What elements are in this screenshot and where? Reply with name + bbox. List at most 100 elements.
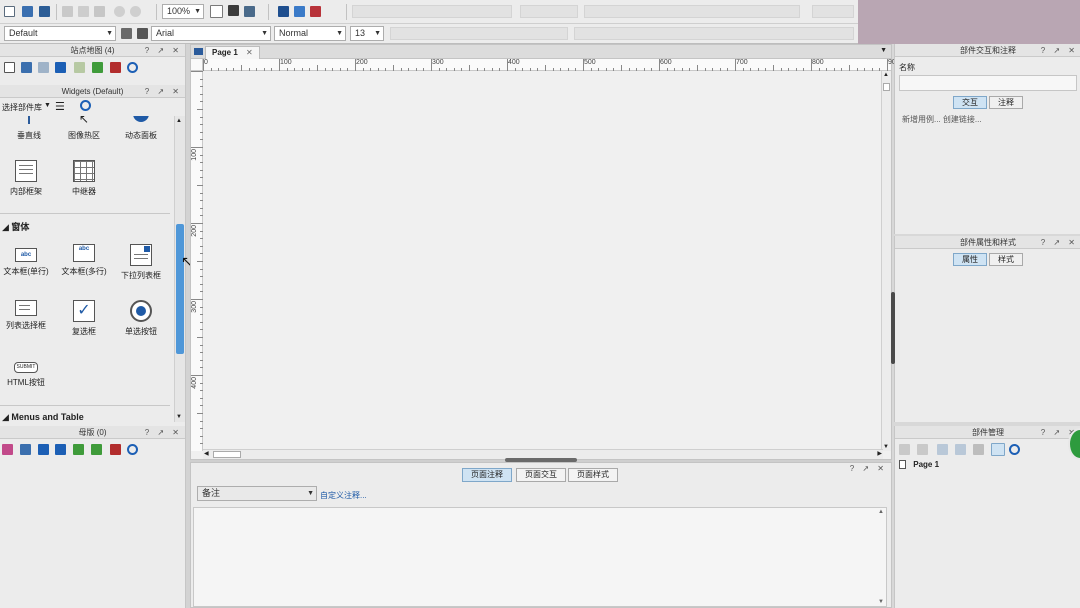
add-page-icon[interactable] [4,62,15,73]
ruler-label: 100 [280,59,292,66]
scroll-thumb[interactable] [883,83,890,91]
panel-controls[interactable]: ? ↗ ✕ [145,44,182,57]
canvas-vertical-scrollbar[interactable]: ▲ ▼ [881,71,891,451]
widget-name-input[interactable] [899,75,1077,91]
form-section-header[interactable]: ◢ 窗体 [2,220,29,233]
zoom-value: 100% [167,6,191,16]
copy-icon[interactable] [78,6,89,17]
move-up-icon[interactable] [937,444,948,455]
move-down-icon[interactable] [55,62,66,73]
size-select[interactable]: 13 ▼ [350,26,384,41]
design-canvas[interactable]: Page 1 ✕ ▼ 0100200300400500600700800900 … [190,44,900,460]
close-icon[interactable]: ✕ [246,48,253,57]
publish-icon[interactable] [310,6,321,17]
move-down-icon[interactable] [955,444,966,455]
preview-icon[interactable] [278,6,289,17]
add-folder-icon[interactable] [20,444,31,455]
delete-master-icon[interactable] [110,444,121,455]
open-folder-icon[interactable] [22,6,33,17]
search-icon[interactable] [80,100,91,111]
add-master-icon[interactable] [2,444,13,455]
paste-icon[interactable] [94,6,105,17]
tab-dropdown-icon[interactable]: ▼ [880,47,887,54]
notes-type-select[interactable]: 备注 ▼ [197,486,317,501]
right-splitter-grip[interactable] [891,292,895,364]
zoom-select[interactable]: 100% ▼ [162,4,204,19]
widget-label: 动态面板 [125,131,157,140]
move-up-icon[interactable] [38,444,49,455]
widget-text-field[interactable]: abc 文本框(单行) [0,244,55,277]
widget-label: 垂直线 [17,131,41,140]
tab-page-notes[interactable]: 页面注释 [462,468,512,482]
widget-checkbox[interactable]: ✓ 复选框 [55,300,113,337]
panel-controls[interactable]: ? ↗ ✕ [145,426,182,439]
add-icon[interactable] [899,444,910,455]
widget-list-box[interactable]: 列表选择框 [0,300,55,331]
undo-icon[interactable] [114,6,125,17]
widget-radio-button[interactable]: 单选按钮 [112,300,170,337]
panel-controls[interactable]: ? ↗ ✕ [1041,44,1078,57]
search-icon[interactable] [127,62,138,73]
scroll-thumb[interactable] [213,451,241,458]
add-case-links[interactable]: 新增用例... 创建链接... [902,114,982,125]
droplist-icon [130,244,152,266]
panel-controls[interactable]: ? ↗ ✕ [145,85,182,98]
share-icon[interactable] [294,6,305,17]
notes-editor[interactable]: ▲ ▼ [193,507,887,607]
widget-repeater[interactable]: 中继器 [55,160,113,197]
format-painter-icon[interactable] [121,28,132,39]
page-icon [899,460,906,470]
widgets-header: Widgets (Default) ? ↗ ✕ [0,85,185,98]
widget-droplist[interactable]: 下拉列表框 [112,244,170,281]
menu-icon[interactable]: ☰ [55,100,65,113]
move-down-icon[interactable] [55,444,66,455]
dropdown-arrow-icon[interactable]: ▼ [44,102,51,109]
outdent-icon[interactable] [92,62,103,73]
widget-vertical-line[interactable]: 垂直线 [0,116,58,141]
outdent-icon[interactable] [91,444,102,455]
sitemap-header: 站点地图 (4) ? ↗ ✕ [0,44,185,57]
repeater-icon [73,160,95,182]
search-icon[interactable] [127,444,138,455]
cut-icon[interactable] [62,6,73,17]
list-item[interactable]: Page 1 [899,460,939,472]
copy-icon[interactable] [917,444,928,455]
tab-page-style[interactable]: 页面样式 [568,468,618,482]
indent-icon[interactable] [73,444,84,455]
indent-icon[interactable] [74,62,85,73]
style-select[interactable]: Default ▼ [4,26,116,41]
search-icon[interactable] [1009,444,1020,455]
layers-icon[interactable] [973,444,984,455]
scroll-thumb[interactable] [176,224,184,354]
weight-select[interactable]: Normal ▼ [274,26,346,41]
pointer-tool-icon[interactable] [210,5,223,18]
tab-page-1[interactable]: Page 1 ✕ [205,46,260,59]
widget-dynamic-panel[interactable]: 动态面板 [112,116,170,141]
brush-icon[interactable] [137,28,148,39]
panel-controls[interactable]: ? ↗ ✕ [850,464,887,473]
filter-icon[interactable] [991,443,1005,456]
crop-tool-icon[interactable] [244,6,255,17]
font-select[interactable]: Arial ▼ [151,26,271,41]
tab-page-interactions[interactable]: 页面交互 [516,468,566,482]
connect-tool-icon[interactable] [228,5,239,16]
new-file-icon[interactable] [4,6,15,17]
add-folder-icon[interactable] [21,62,32,73]
delete-page-icon[interactable] [110,62,121,73]
tab-style[interactable]: 样式 [989,253,1023,266]
widget-html-button[interactable]: SUBMIT HTML按钮 [0,356,55,388]
move-up-icon[interactable] [38,62,49,73]
redo-icon[interactable] [130,6,141,17]
widget-text-area[interactable]: abc 文本框(多行) [55,244,113,277]
widget-inline-frame[interactable]: 内部框架 [0,160,55,197]
panel-controls[interactable]: ? ↗ ✕ [1041,236,1078,249]
save-icon[interactable] [39,6,50,17]
tab-notes[interactable]: 注释 [989,96,1023,109]
custom-notes-link[interactable]: 自定义注释... [320,490,367,501]
library-select[interactable]: 选择部件库 [2,102,42,113]
tab-interactions[interactable]: 交互 [953,96,987,109]
widget-image-hotspot[interactable]: ↖ 图像热区 [55,116,113,141]
properties-header: 部件属性和样式 ? ↗ ✕ [895,236,1080,249]
menus-section-header[interactable]: ◢ Menus and Table [2,412,84,423]
tab-properties[interactable]: 属性 [953,253,987,266]
